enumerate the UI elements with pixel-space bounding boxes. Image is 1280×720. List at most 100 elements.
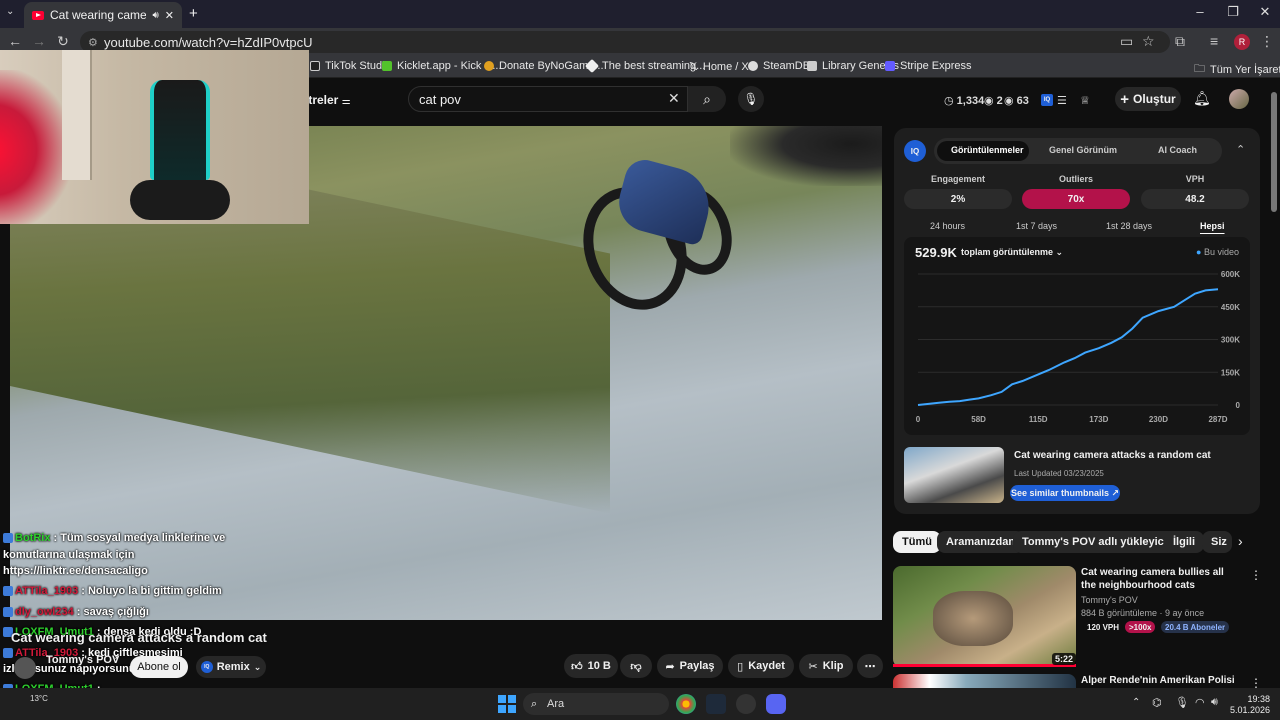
watching-count: 2: [996, 95, 1003, 107]
like-button[interactable]: 👍︎ 10 B: [564, 654, 618, 678]
steam-icon[interactable]: [706, 694, 726, 714]
media-controls-icon[interactable]: ≡: [1210, 33, 1218, 49]
recommendation-thumbnail[interactable]: [893, 566, 1076, 667]
microphone-icon[interactable]: 🎙︎: [1175, 696, 1189, 709]
voice-search-button[interactable]: 🎙︎: [738, 86, 764, 112]
network-icon[interactable]: ⌬: [1152, 696, 1162, 709]
site-info-icon[interactable]: ⚙: [88, 36, 98, 49]
tray-chevron-icon[interactable]: ⌃: [1132, 697, 1140, 708]
tab-list-chevron-icon[interactable]: ⌄: [6, 6, 14, 17]
more-vertical-icon[interactable]: ⋮: [1250, 568, 1262, 582]
collapse-chevron-icon[interactable]: ⌃: [1236, 143, 1245, 156]
period-7d[interactable]: 1st 7 days: [1016, 221, 1057, 231]
outlier-badge: >100x: [1125, 621, 1156, 633]
tab-overview[interactable]: Genel Görünüm: [1049, 145, 1117, 155]
iq-badge-icon: IQ: [200, 661, 213, 673]
browser-tab[interactable]: Cat wearing camera attacks 🔊︎ ✕: [24, 2, 182, 28]
period-24h[interactable]: 24 hours: [930, 221, 965, 231]
weather-temp[interactable]: 13°C: [30, 694, 48, 703]
bookmark-steamdb[interactable]: SteamDB: [748, 60, 810, 72]
extensions-icon[interactable]: ⧉: [1175, 33, 1185, 50]
y-tick-label: 150K: [1221, 368, 1240, 377]
create-button[interactable]: + Oluştur: [1115, 87, 1181, 111]
recommendation-thumbnail[interactable]: [893, 674, 1076, 688]
metric-dropdown-label: toplam görüntülenme: [961, 247, 1053, 257]
iq-extension-icon[interactable]: IQ: [1041, 94, 1053, 106]
search-input[interactable]: cat pov: [408, 86, 688, 112]
metric-dropdown[interactable]: toplam görüntülenme ⌄: [961, 247, 1063, 258]
chips-next-chevron-icon[interactable]: ›: [1238, 533, 1243, 549]
recommendation-title[interactable]: Alper Rende'nin Amerikan Polisi: [1081, 675, 1235, 686]
webcam-overlay: [0, 50, 309, 224]
notifications-bell-icon[interactable]: 🔔︎: [1193, 90, 1211, 107]
reload-button[interactable]: ↻: [54, 33, 72, 50]
video-duration: 5:22: [1052, 653, 1077, 665]
list-icon[interactable]: ☰: [1057, 94, 1067, 107]
share-icon: ➦: [665, 660, 675, 673]
url-text: youtube.com/watch?v=hZdIP0vtpcU: [104, 34, 313, 50]
trophy-icon[interactable]: ♕: [1080, 94, 1090, 107]
iq-logo: IQ: [904, 140, 926, 162]
subscribe-button[interactable]: Abone ol: [130, 656, 188, 678]
tab-close-icon[interactable]: ✕: [165, 9, 174, 22]
chip-all[interactable]: Tümü: [893, 531, 941, 553]
maximize-button[interactable]: ❐: [1218, 4, 1248, 20]
page-scrollbar[interactable]: [1271, 92, 1277, 212]
dislike-button[interactable]: 👎︎: [620, 654, 652, 678]
volume-icon[interactable]: 🔊︎: [1211, 696, 1218, 709]
minimize-button[interactable]: –: [1185, 4, 1215, 19]
chevron-down-icon: ⌄: [253, 661, 262, 672]
period-all[interactable]: Hepsi: [1200, 221, 1225, 231]
speaker-icon[interactable]: 🔊︎: [152, 10, 158, 21]
clear-search-icon[interactable]: ✕: [668, 90, 680, 107]
bookmark-x[interactable]: 𝕏 Home / X: [689, 60, 749, 74]
share-button[interactable]: ➦ Paylaş: [657, 654, 723, 678]
close-window-button[interactable]: ✕: [1250, 4, 1280, 20]
tab-ai-coach[interactable]: AI Coach: [1158, 145, 1197, 155]
forward-button[interactable]: →: [30, 33, 48, 49]
period-28d[interactable]: 1st 28 days: [1106, 221, 1152, 231]
remix-button[interactable]: IQ Remix ⌄: [196, 656, 266, 678]
clock-time: 19:38: [1247, 694, 1271, 704]
bookmark-label: Tüm Yer İşaretleri: [1210, 63, 1280, 76]
engagement-label: Engagement: [930, 174, 985, 184]
tab-views[interactable]: Görüntülenmeler: [951, 145, 1024, 155]
bookmark-star-icon[interactable]: ☆: [1142, 33, 1155, 50]
chrome-icon[interactable]: [676, 694, 696, 714]
chip-related[interactable]: İlgili: [1164, 531, 1204, 553]
taskbar-search[interactable]: Ara: [523, 693, 669, 715]
obs-icon[interactable]: [736, 694, 756, 714]
chip-from-search[interactable]: Aramanızdan: [937, 531, 1025, 553]
channel-name[interactable]: Tommy's POV: [46, 654, 119, 666]
system-clock[interactable]: 19:38 5.01.2026: [1230, 694, 1270, 716]
chip-you[interactable]: Siz: [1202, 531, 1232, 553]
folder-icon: 🗀︎: [1194, 63, 1205, 75]
vph-value: 48.2: [1141, 189, 1249, 209]
recommendation-channel[interactable]: Tommy's POV: [1081, 595, 1138, 605]
see-similar-thumbnails-button[interactable]: See similar thumbnails ↗: [1010, 485, 1120, 501]
x-tick-label: 115D: [1029, 415, 1048, 424]
search-button[interactable]: ⌕: [688, 86, 726, 112]
card-last-updated: Last Updated 03/23/2025: [1014, 469, 1104, 478]
menu-kebab-icon[interactable]: ⋮: [1260, 33, 1274, 50]
bookmark-stripe[interactable]: Stripe Express: [885, 60, 972, 72]
new-tab-button[interactable]: +: [189, 5, 198, 22]
bookmark-streaming[interactable]: The best streaming...: [584, 58, 705, 74]
more-actions-button[interactable]: ⋯: [857, 654, 883, 678]
cast-icon[interactable]: ▭: [1120, 33, 1133, 50]
start-windows-icon[interactable]: [498, 695, 516, 713]
user-avatar[interactable]: [1229, 89, 1249, 109]
profile-avatar[interactable]: R: [1234, 34, 1250, 50]
back-button[interactable]: ←: [6, 33, 24, 49]
clip-button[interactable]: ✂ Klip: [799, 654, 853, 678]
recommendation-title[interactable]: Cat wearing camera bullies all the neigh…: [1081, 566, 1231, 592]
save-button[interactable]: ▯ Kaydet: [728, 654, 794, 678]
filters-button[interactable]: ltreler ⚌: [305, 93, 351, 107]
wifi-icon[interactable]: ◠: [1195, 696, 1205, 709]
all-bookmarks-folder[interactable]: 🗀︎ Tüm Yer İşaretleri: [1194, 60, 1280, 79]
eye-icon: ◉: [984, 95, 994, 107]
channel-avatar[interactable]: [14, 657, 36, 679]
bookmark-tiktok-studio[interactable]: TikTok Studio: [310, 60, 391, 72]
external-link-icon: ↗: [1111, 487, 1120, 498]
discord-icon[interactable]: [766, 694, 786, 714]
